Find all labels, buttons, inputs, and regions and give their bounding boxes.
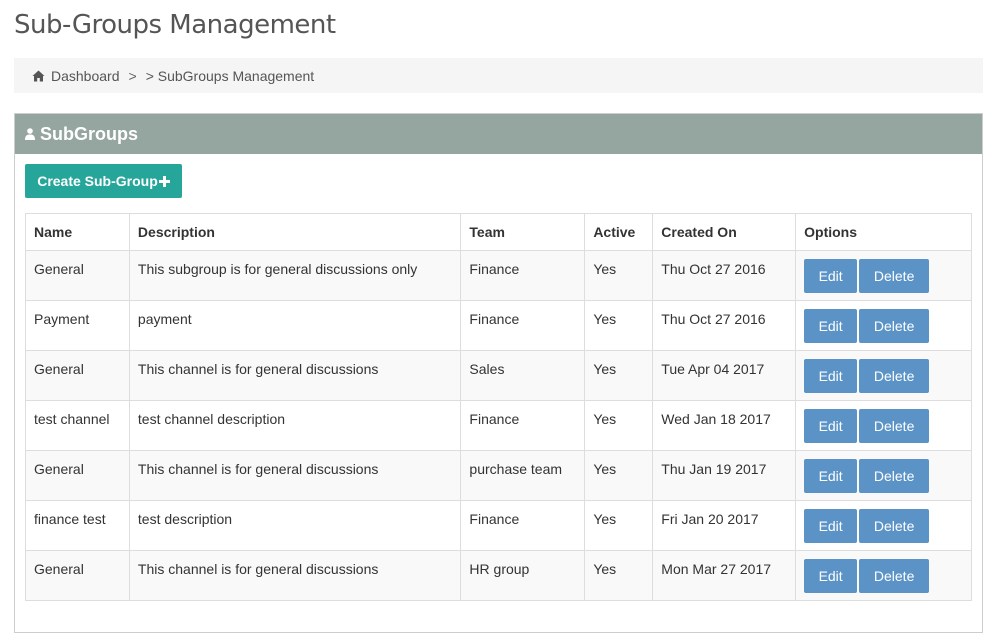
cell-description: This channel is for general discussions (128, 350, 462, 401)
table-row: test channel test channel description Fina… (25, 400, 972, 451)
column-header-name: Name (25, 213, 130, 251)
cell-team: Finance (460, 500, 586, 551)
column-header-team: Team (460, 213, 586, 251)
breadcrumb-dashboard-link[interactable]: Dashboard (51, 68, 120, 84)
delete-button[interactable]: Delete (859, 459, 930, 493)
cell-active: Yes (584, 550, 654, 601)
cell-created-on: Tue Apr 04 2017 (652, 350, 797, 401)
panel-title: SubGroups (40, 123, 138, 144)
table-row: General This channel is for general discu… (25, 350, 972, 401)
table-row: General This subgroup is for general disc… (25, 250, 972, 301)
cell-options: Edit Delete (795, 550, 972, 601)
table-row: finance test test description Finance Yes Fr… (25, 500, 972, 551)
edit-button[interactable]: Edit (804, 259, 858, 293)
cell-options: Edit Delete (795, 400, 972, 451)
cell-options: Edit Delete (795, 250, 972, 301)
column-header-active: Active (584, 213, 654, 251)
edit-button[interactable]: Edit (804, 559, 858, 593)
cell-options: Edit Delete (795, 350, 972, 401)
subgroups-panel: SubGroups Create Sub-Group Name Descript… (14, 113, 983, 633)
cell-active: Yes (584, 400, 654, 451)
cell-created-on: Thu Oct 27 2016 (652, 300, 797, 351)
cell-options: Edit Delete (795, 450, 972, 501)
cell-name: General (25, 550, 130, 601)
panel-heading: SubGroups (15, 114, 982, 154)
cell-active: Yes (584, 500, 654, 551)
delete-button[interactable]: Delete (859, 559, 930, 593)
plus-icon (158, 175, 170, 187)
table-header-row: Name Description Team Active Created On … (25, 213, 972, 251)
create-sub-group-button[interactable]: Create Sub-Group (25, 164, 182, 198)
cell-created-on: Thu Jan 19 2017 (652, 450, 797, 501)
edit-button[interactable]: Edit (804, 459, 858, 493)
column-header-options: Options (795, 213, 972, 251)
subgroups-table: Name Description Team Active Created On … (25, 213, 972, 601)
delete-button[interactable]: Delete (859, 359, 930, 393)
column-header-created-on: Created On (652, 213, 797, 251)
cell-active: Yes (584, 250, 654, 301)
cell-team: Finance (460, 250, 586, 301)
cell-created-on: Fri Jan 20 2017 (652, 500, 797, 551)
cell-team: Finance (460, 400, 586, 451)
table-row: General This channel is for general discu… (25, 450, 972, 501)
cell-description: test description (128, 500, 462, 551)
cell-name: General (25, 450, 130, 501)
create-sub-group-label: Create Sub-Group (37, 173, 158, 189)
page-title: Sub-Groups Management (14, 10, 336, 40)
cell-active: Yes (584, 350, 654, 401)
table-row: Payment payment Finance Yes Thu Oct 27 2016 E… (25, 300, 972, 351)
user-icon (25, 128, 35, 140)
cell-team: Sales (460, 350, 586, 401)
cell-description: This subgroup is for general discussions… (128, 250, 462, 301)
cell-name: test channel (25, 400, 130, 451)
cell-name: General (25, 250, 130, 301)
column-header-description: Description (128, 213, 462, 251)
cell-description: This channel is for general discussions (128, 450, 462, 501)
edit-button[interactable]: Edit (804, 359, 858, 393)
cell-name: Payment (25, 300, 130, 351)
cell-name: finance test (25, 500, 130, 551)
delete-button[interactable]: Delete (859, 309, 930, 343)
breadcrumb-separator: > (128, 67, 137, 84)
cell-created-on: Thu Oct 27 2016 (652, 250, 797, 301)
cell-team: HR group (460, 550, 586, 601)
breadcrumb-current: > SubGroups Management (145, 67, 315, 84)
edit-button[interactable]: Edit (804, 409, 858, 443)
delete-button[interactable]: Delete (859, 409, 930, 443)
edit-button[interactable]: Edit (804, 309, 858, 343)
home-icon (32, 70, 45, 81)
cell-description: This channel is for general discussions (128, 550, 462, 601)
table-row: General This channel is for general discu… (25, 550, 972, 601)
cell-options: Edit Delete (795, 300, 972, 351)
cell-created-on: Wed Jan 18 2017 (652, 400, 797, 451)
cell-options: Edit Delete (795, 500, 972, 551)
cell-active: Yes (584, 450, 654, 501)
cell-active: Yes (584, 300, 654, 351)
cell-team: Finance (460, 300, 586, 351)
cell-description: test channel description (128, 400, 462, 451)
delete-button[interactable]: Delete (859, 259, 930, 293)
cell-description: payment (128, 300, 462, 351)
breadcrumb: Dashboard > > SubGroups Management (14, 58, 983, 93)
cell-team: purchase team (460, 450, 586, 501)
edit-button[interactable]: Edit (804, 509, 858, 543)
delete-button[interactable]: Delete (859, 509, 930, 543)
cell-name: General (25, 350, 130, 401)
cell-created-on: Mon Mar 27 2017 (652, 550, 797, 601)
